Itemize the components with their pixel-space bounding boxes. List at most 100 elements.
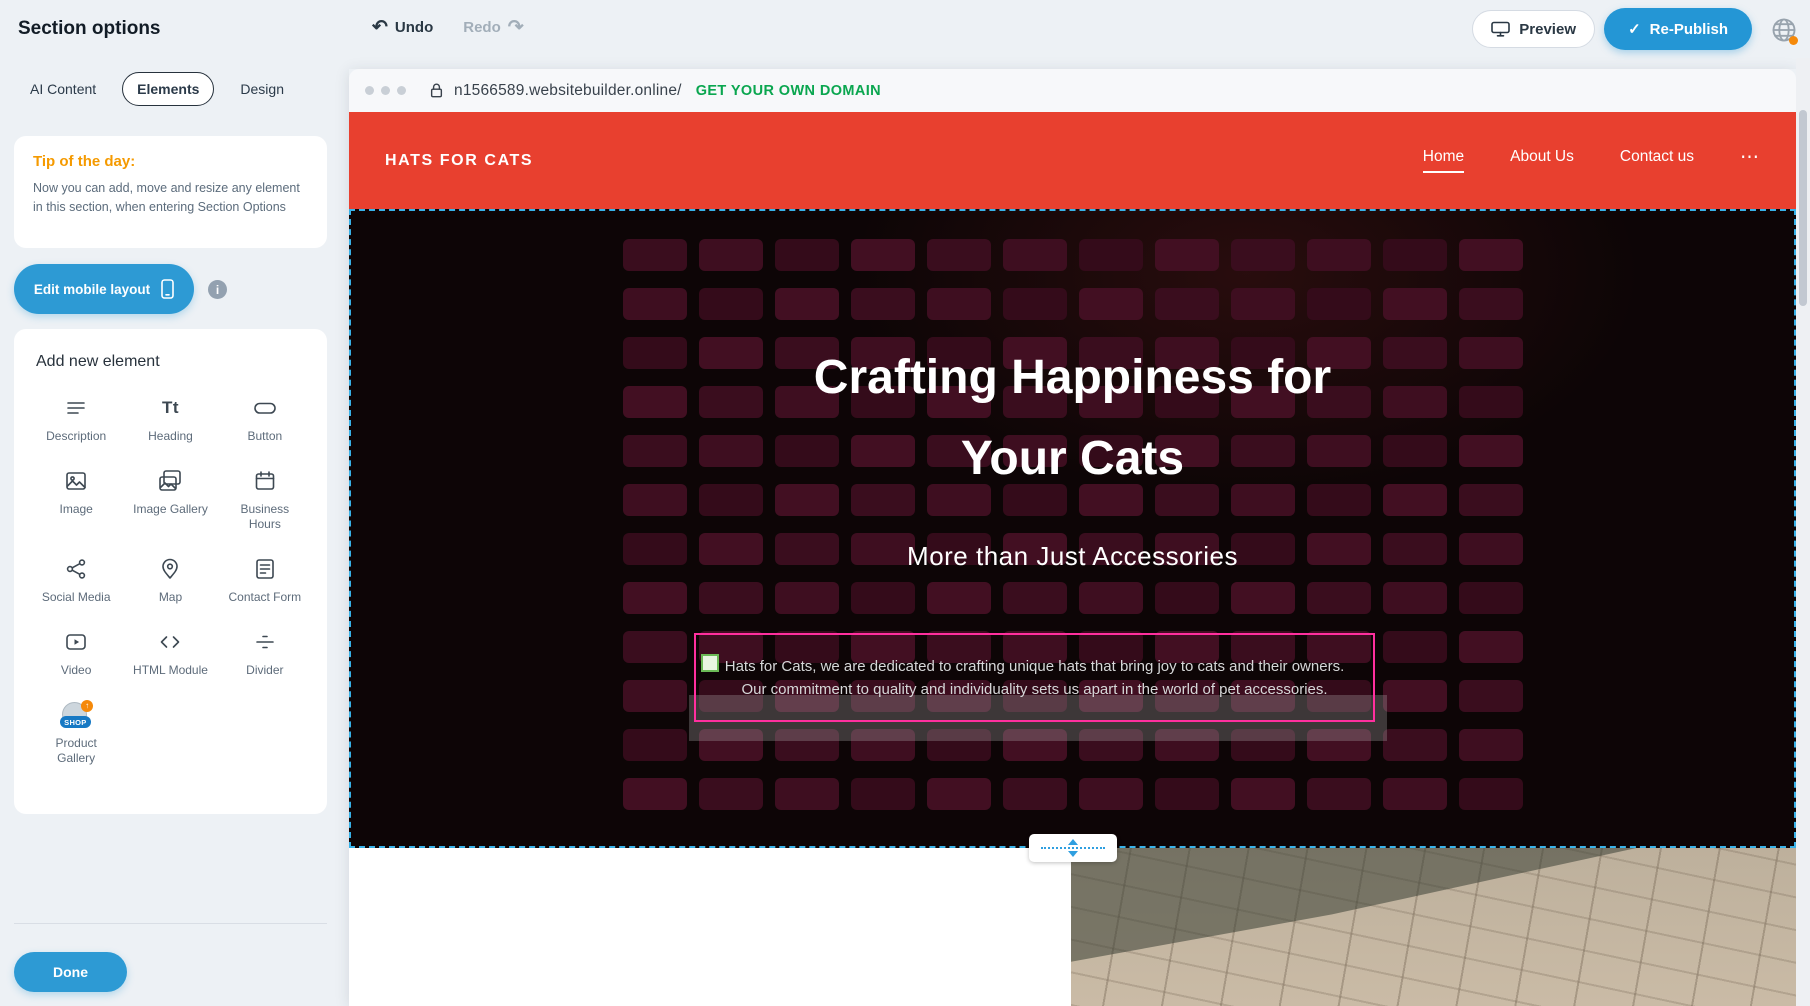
site-preview-window: n1566589.websitebuilder.online/ GET YOUR… — [349, 69, 1796, 1006]
nav-item-about-us[interactable]: About Us — [1510, 148, 1574, 173]
hero-tile — [1231, 582, 1295, 614]
element-item-social-media[interactable]: Social Media — [30, 554, 122, 605]
element-item-button[interactable]: Button — [219, 393, 311, 444]
add-element-title: Add new element — [30, 353, 311, 371]
republish-button[interactable]: ✓ Re-Publish — [1604, 8, 1752, 50]
element-item-business-hours[interactable]: Business Hours — [219, 466, 311, 532]
hero-tile — [1459, 778, 1523, 810]
hero-tile — [927, 778, 991, 810]
hero-tile — [1383, 631, 1447, 663]
hero-tile — [775, 288, 839, 320]
language-globe-button[interactable] — [1766, 12, 1802, 48]
hero-tile — [775, 778, 839, 810]
hero-tile — [623, 239, 687, 271]
element-label: Button — [247, 429, 282, 444]
hero-tile — [851, 778, 915, 810]
pavement-photo — [1071, 848, 1796, 1006]
heading-icon: Tt — [162, 393, 179, 423]
resize-handle[interactable] — [701, 654, 719, 672]
tab-elements[interactable]: Elements — [122, 72, 214, 106]
hero-tile — [1459, 239, 1523, 271]
window-dot — [381, 86, 390, 95]
element-label: Video — [61, 663, 91, 678]
element-item-description[interactable]: Description — [30, 393, 122, 444]
site-logo[interactable]: HATS FOR CATS — [385, 152, 533, 170]
element-item-html-module[interactable]: HTML Module — [124, 627, 216, 678]
redo-label: Redo — [463, 19, 501, 36]
browser-chrome-bar: n1566589.websitebuilder.online/ GET YOUR… — [349, 69, 1796, 112]
site-header: HATS FOR CATS Home About Us Contact us ⋯ — [349, 112, 1796, 209]
arrow-up-icon — [1068, 839, 1078, 845]
hero-tile — [1307, 778, 1371, 810]
tab-design[interactable]: Design — [226, 73, 298, 105]
nav-item-contact-us[interactable]: Contact us — [1620, 148, 1694, 173]
scrollbar[interactable] — [1796, 58, 1810, 1006]
nav-more-button[interactable]: ⋯ — [1740, 146, 1760, 176]
hero-tile — [1459, 729, 1523, 761]
page-title: Section options — [18, 18, 161, 40]
selected-text-element[interactable]: Hats for Cats, we are dedicated to craft… — [694, 633, 1375, 722]
hero-paragraph-line: Our commitment to quality and individual… — [741, 678, 1327, 701]
element-item-contact-form[interactable]: Contact Form — [219, 554, 311, 605]
scrollbar-thumb[interactable] — [1799, 110, 1807, 306]
hero-tile — [1231, 239, 1295, 271]
get-your-own-domain-link[interactable]: GET YOUR OWN DOMAIN — [696, 83, 881, 99]
element-item-map[interactable]: Map — [124, 554, 216, 605]
element-item-image[interactable]: Image — [30, 466, 122, 532]
undo-label: Undo — [395, 19, 433, 36]
hero-tile — [1459, 680, 1523, 712]
redo-button[interactable]: Redo ↷ — [463, 18, 523, 37]
info-icon[interactable]: i — [208, 280, 227, 299]
undo-button[interactable]: ↶ Undo — [372, 18, 433, 37]
edit-mobile-layout-button[interactable]: Edit mobile layout — [14, 264, 194, 314]
button-icon — [252, 393, 278, 423]
done-button[interactable]: Done — [14, 952, 127, 992]
map-pin-icon — [158, 554, 182, 584]
description-icon — [64, 393, 88, 423]
section-resize-handle[interactable] — [1029, 834, 1117, 862]
video-icon — [64, 627, 88, 657]
element-item-video[interactable]: Video — [30, 627, 122, 678]
shop-badge: SHOP — [60, 716, 90, 728]
hero-tile — [1459, 631, 1523, 663]
hero-tile — [1003, 288, 1067, 320]
nav-item-home[interactable]: Home — [1423, 148, 1464, 173]
element-label: Business Hours — [224, 502, 306, 532]
hero-tile — [1079, 239, 1143, 271]
check-icon: ✓ — [1628, 20, 1641, 38]
hero-section[interactable]: Crafting Happiness for Your Cats More th… — [349, 209, 1796, 848]
image-icon — [64, 466, 88, 496]
hero-tile — [699, 582, 763, 614]
element-label: Description — [46, 429, 106, 444]
element-label: Product Gallery — [35, 736, 117, 766]
element-item-divider[interactable]: Divider — [219, 627, 311, 678]
element-item-image-gallery[interactable]: Image Gallery — [124, 466, 216, 532]
address-bar-url[interactable]: n1566589.websitebuilder.online/ — [454, 82, 682, 100]
monitor-icon — [1491, 21, 1510, 37]
hero-tile — [1155, 239, 1219, 271]
product-gallery-icon: ↑ SHOP — [59, 700, 93, 730]
hero-tile — [699, 239, 763, 271]
preview-button[interactable]: Preview — [1472, 10, 1595, 48]
hero-tile — [699, 778, 763, 810]
hero-tile — [775, 239, 839, 271]
hero-tile — [623, 680, 687, 712]
notification-dot — [1789, 36, 1798, 45]
element-item-product-gallery[interactable]: ↑ SHOP Product Gallery — [30, 700, 122, 766]
hero-title: Crafting Happiness for Your Cats — [349, 337, 1796, 499]
hero-tile — [1231, 778, 1295, 810]
hero-tile — [775, 582, 839, 614]
element-item-heading[interactable]: Tt Heading — [124, 393, 216, 444]
edit-mobile-label: Edit mobile layout — [34, 282, 150, 297]
social-media-icon — [64, 554, 88, 584]
add-new-element-panel: Add new element Description Tt Heading B… — [14, 329, 327, 814]
hero-tile — [1079, 288, 1143, 320]
hero-tile — [1079, 778, 1143, 810]
hero-tile — [1307, 288, 1371, 320]
hero-tile — [1307, 239, 1371, 271]
hero-tile — [1383, 729, 1447, 761]
undo-redo-group: ↶ Undo Redo ↷ — [372, 18, 524, 37]
element-label: Heading — [148, 429, 193, 444]
tab-ai-content[interactable]: AI Content — [16, 73, 110, 105]
next-section — [349, 848, 1796, 1006]
